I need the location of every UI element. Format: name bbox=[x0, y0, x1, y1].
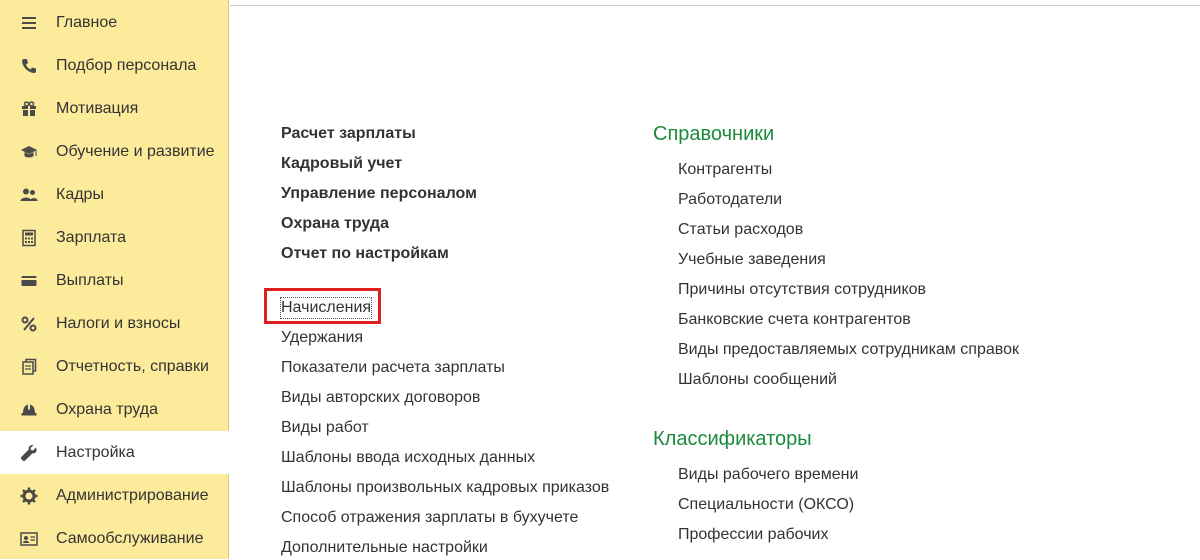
link-absence-reasons[interactable]: Причины отсутствия сотрудников bbox=[678, 280, 926, 300]
top-divider bbox=[230, 5, 1200, 6]
calculator-icon bbox=[19, 228, 39, 248]
gear-icon bbox=[19, 486, 39, 506]
sidebar-item-label: Обучение и развитие bbox=[56, 142, 215, 160]
id-card-icon bbox=[19, 529, 39, 549]
sidebar-item-payments[interactable]: Выплаты bbox=[0, 259, 229, 302]
sidebar-item-label: Выплаты bbox=[56, 271, 124, 289]
link-work-types[interactable]: Виды работ bbox=[281, 418, 369, 438]
sidebar-item-motivation[interactable]: Мотивация bbox=[0, 87, 229, 130]
link-personnel-management[interactable]: Управление персоналом bbox=[281, 184, 477, 204]
link-message-templates[interactable]: Шаблоны сообщений bbox=[678, 370, 837, 390]
link-worker-professions[interactable]: Профессии рабочих bbox=[678, 525, 828, 545]
sidebar-item-settings[interactable]: Настройка bbox=[0, 431, 230, 474]
sidebar-item-administration[interactable]: Администрирование bbox=[0, 474, 229, 517]
link-author-contract-types[interactable]: Виды авторских договоров bbox=[281, 388, 480, 408]
section-title-classifiers: Классификаторы bbox=[653, 428, 812, 450]
highlight-box bbox=[264, 288, 381, 324]
link-employers[interactable]: Работодатели bbox=[678, 190, 782, 210]
link-labor-safety[interactable]: Охрана труда bbox=[281, 214, 389, 234]
link-certificate-types[interactable]: Виды предоставляемых сотрудникам справок bbox=[678, 340, 1019, 360]
sidebar-item-label: Налоги и взносы bbox=[56, 314, 181, 332]
link-order-templates[interactable]: Шаблоны произвольных кадровых приказов bbox=[281, 478, 609, 498]
link-counterparties[interactable]: Контрагенты bbox=[678, 160, 772, 180]
link-additional-settings[interactable]: Дополнительные настройки bbox=[281, 538, 488, 558]
link-educational-institutions[interactable]: Учебные заведения bbox=[678, 250, 826, 270]
sidebar-item-label: Подбор персонала bbox=[56, 56, 197, 74]
sidebar-item-label: Кадры bbox=[56, 185, 104, 203]
link-settings-report[interactable]: Отчет по настройкам bbox=[281, 244, 449, 264]
sidebar-item-label: Главное bbox=[56, 13, 118, 31]
menu-list-icon bbox=[19, 13, 39, 33]
link-payroll-calculation[interactable]: Расчет зарплаты bbox=[281, 124, 416, 144]
sidebar-item-label: Охрана труда bbox=[56, 400, 158, 418]
sidebar-item-training[interactable]: Обучение и развитие bbox=[0, 130, 229, 173]
sidebar-item-label: Самообслуживание bbox=[56, 529, 204, 547]
link-deductions[interactable]: Удержания bbox=[281, 328, 363, 348]
sidebar-item-reports[interactable]: Отчетность, справки bbox=[0, 345, 229, 388]
section-title-handbooks: Справочники bbox=[653, 123, 775, 145]
sidebar-item-label: Настройка bbox=[56, 443, 135, 461]
link-payroll-indicators[interactable]: Показатели расчета зарплаты bbox=[281, 358, 505, 378]
sidebar-item-label: Администрирование bbox=[56, 486, 209, 504]
link-accounting-reflection[interactable]: Способ отражения зарплаты в бухучете bbox=[281, 508, 578, 528]
link-specialties-okso[interactable]: Специальности (ОКСО) bbox=[678, 495, 854, 515]
wrench-icon bbox=[19, 443, 39, 463]
link-bank-accounts[interactable]: Банковские счета контрагентов bbox=[678, 310, 911, 330]
gift-icon bbox=[19, 99, 39, 119]
link-work-time-types[interactable]: Виды рабочего времени bbox=[678, 465, 858, 485]
sidebar-item-recruitment[interactable]: Подбор персонала bbox=[0, 44, 229, 87]
sidebar-item-label: Отчетность, справки bbox=[56, 357, 209, 375]
sidebar-item-labor-safety[interactable]: Охрана труда bbox=[0, 388, 229, 431]
sidebar: Главное Подбор персонала Мотивация Обуче… bbox=[0, 0, 230, 560]
people-icon bbox=[19, 185, 39, 205]
hard-hat-icon bbox=[19, 400, 39, 420]
phone-icon bbox=[19, 56, 39, 76]
sidebar-item-self-service[interactable]: Самообслуживание bbox=[0, 517, 229, 560]
percent-icon bbox=[19, 314, 39, 334]
link-expense-items[interactable]: Статьи расходов bbox=[678, 220, 803, 240]
documents-icon bbox=[19, 357, 39, 377]
sidebar-item-staff[interactable]: Кадры bbox=[0, 173, 229, 216]
sidebar-item-main[interactable]: Главное bbox=[0, 1, 229, 44]
link-hr-records[interactable]: Кадровый учет bbox=[281, 154, 402, 174]
sidebar-item-taxes[interactable]: Налоги и взносы bbox=[0, 302, 229, 345]
sidebar-item-salary[interactable]: Зарплата bbox=[0, 216, 229, 259]
graduation-cap-icon bbox=[19, 142, 39, 162]
sidebar-item-label: Зарплата bbox=[56, 228, 127, 246]
card-icon bbox=[19, 271, 39, 291]
link-input-templates[interactable]: Шаблоны ввода исходных данных bbox=[281, 448, 535, 468]
sidebar-item-label: Мотивация bbox=[56, 99, 139, 117]
